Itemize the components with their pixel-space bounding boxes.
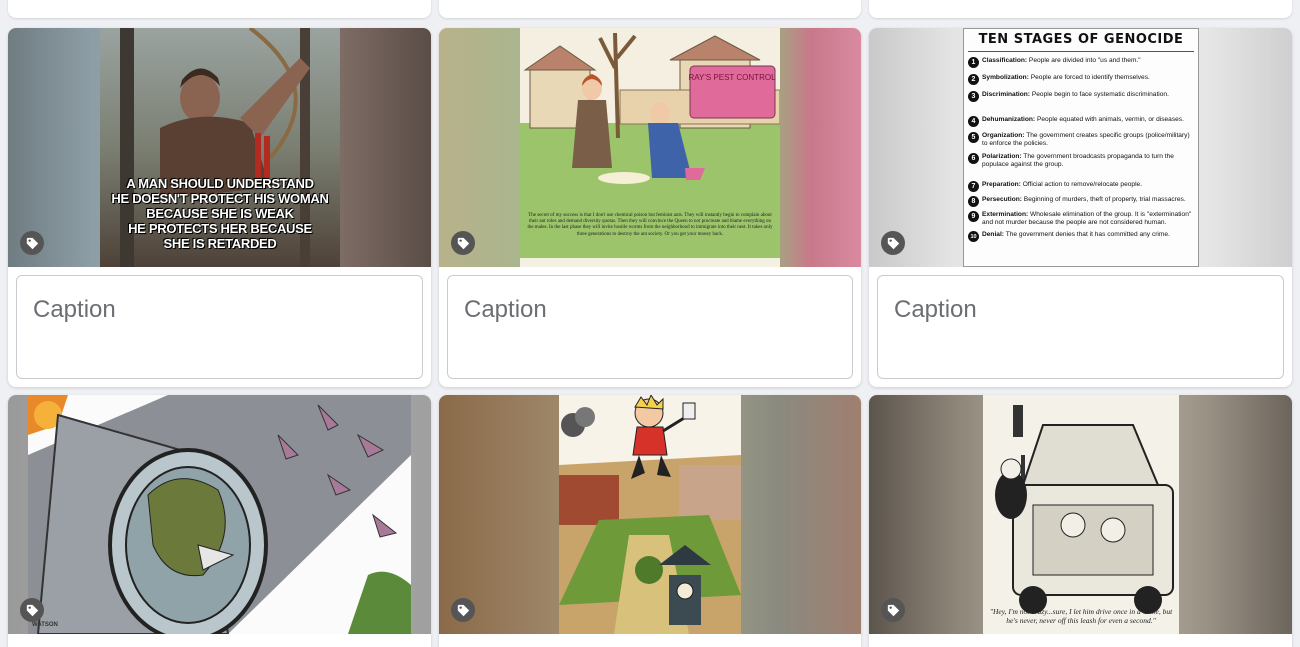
cartoon-image: RAY'S PEST CONTROL The secret of my succ… xyxy=(520,28,780,267)
meme-caption: A MAN SHOULD UNDERSTAND HE DOESN'T PROTE… xyxy=(100,176,340,251)
list-item: 1 Classification: People are divided into… xyxy=(968,57,1194,68)
tag-button[interactable] xyxy=(20,231,44,255)
card-media[interactable]: A MAN SHOULD UNDERSTAND HE DOESN'T PROTE… xyxy=(8,28,431,267)
meme-image: A MAN SHOULD UNDERSTAND HE DOESN'T PROTE… xyxy=(100,28,340,267)
meme-line: A MAN SHOULD UNDERSTAND xyxy=(126,176,314,191)
cartoon-story: The secret of my success is that I don't… xyxy=(527,213,773,237)
image-card-5 xyxy=(439,395,861,647)
caption-input[interactable] xyxy=(447,275,853,379)
chart-title: TEN STAGES OF GENOCIDE xyxy=(978,32,1184,47)
tag-button[interactable] xyxy=(881,598,905,622)
cartoon-caption: "Hey, I'm not crazy...sure, I let him dr… xyxy=(989,607,1173,625)
list-item: 2 Symbolization: People are forced to ide… xyxy=(968,74,1194,85)
tag-button[interactable] xyxy=(20,598,44,622)
previous-card-1 xyxy=(8,0,431,18)
tag-icon xyxy=(457,604,469,616)
artist-signature: WATSON xyxy=(32,622,58,628)
list-item: 3 Discrimination: People begin to face sy… xyxy=(968,91,1194,102)
meme-line: SHE IS RETARDED xyxy=(163,236,277,251)
image-card-4: WATSON xyxy=(8,395,431,647)
genocide-chart-image: TEN STAGES OF GENOCIDE 1 Classification: … xyxy=(963,28,1199,267)
meme-line: BECAUSE SHE IS WEAK xyxy=(146,206,294,221)
list-item: 10 Denial: The government denies that it … xyxy=(968,231,1194,242)
tag-button[interactable] xyxy=(451,231,475,255)
tag-icon xyxy=(887,604,899,616)
image-card-6: "Hey, I'm not crazy...sure, I let him dr… xyxy=(869,395,1292,647)
caption-input[interactable] xyxy=(877,275,1284,379)
image-card-2: RAY'S PEST CONTROL The secret of my succ… xyxy=(439,28,861,387)
jet-comic-image: WATSON xyxy=(28,395,411,634)
image-card-1: A MAN SHOULD UNDERSTAND HE DOESN'T PROTE… xyxy=(8,28,431,387)
stage-list: 1 Classification: People are divided into… xyxy=(968,57,1194,242)
list-item: 9 Extermination: Wholesale elimination of… xyxy=(968,211,1194,227)
dinosaur-jet-illustration xyxy=(28,395,411,634)
previous-card-2 xyxy=(439,0,861,18)
calvin-town-illustration xyxy=(559,395,741,634)
card-media[interactable] xyxy=(439,395,861,634)
tag-button[interactable] xyxy=(451,598,475,622)
tag-button[interactable] xyxy=(881,231,905,255)
meme-line: HE DOESN'T PROTECT HIS WOMAN xyxy=(111,191,329,206)
tag-icon xyxy=(887,237,899,249)
card-media[interactable]: TEN STAGES OF GENOCIDE 1 Classification: … xyxy=(869,28,1292,267)
list-item: 5 Organization: The government creates sp… xyxy=(968,132,1194,148)
list-item: 6 Polarization: The government broadcasts… xyxy=(968,153,1194,169)
car-cartoon-illustration xyxy=(983,395,1179,634)
tag-icon xyxy=(26,237,38,249)
image-card-3: TEN STAGES OF GENOCIDE 1 Classification: … xyxy=(869,28,1292,387)
tag-icon xyxy=(26,604,38,616)
cartoon-image: "Hey, I'm not crazy...sure, I let him dr… xyxy=(983,395,1179,634)
card-media[interactable]: WATSON xyxy=(8,395,431,634)
card-media[interactable]: RAY'S PEST CONTROL The secret of my succ… xyxy=(439,28,861,267)
card-media[interactable]: "Hey, I'm not crazy...sure, I let him dr… xyxy=(869,395,1292,634)
comic-strip-image xyxy=(559,395,741,634)
meme-line: HE PROTECTS HER BECAUSE xyxy=(128,221,312,236)
list-item: 4 Dehumanization: People equated with ani… xyxy=(968,116,1194,127)
truck-sign: RAY'S PEST CONTROL xyxy=(688,73,776,82)
tag-icon xyxy=(457,237,469,249)
previous-row xyxy=(0,0,1300,20)
list-item: 8 Persecution: Beginning of murders, thef… xyxy=(968,196,1194,207)
caption-input[interactable] xyxy=(16,275,423,379)
list-item: 7 Preparation: Official action to remove/… xyxy=(968,181,1194,192)
previous-card-3 xyxy=(869,0,1292,18)
